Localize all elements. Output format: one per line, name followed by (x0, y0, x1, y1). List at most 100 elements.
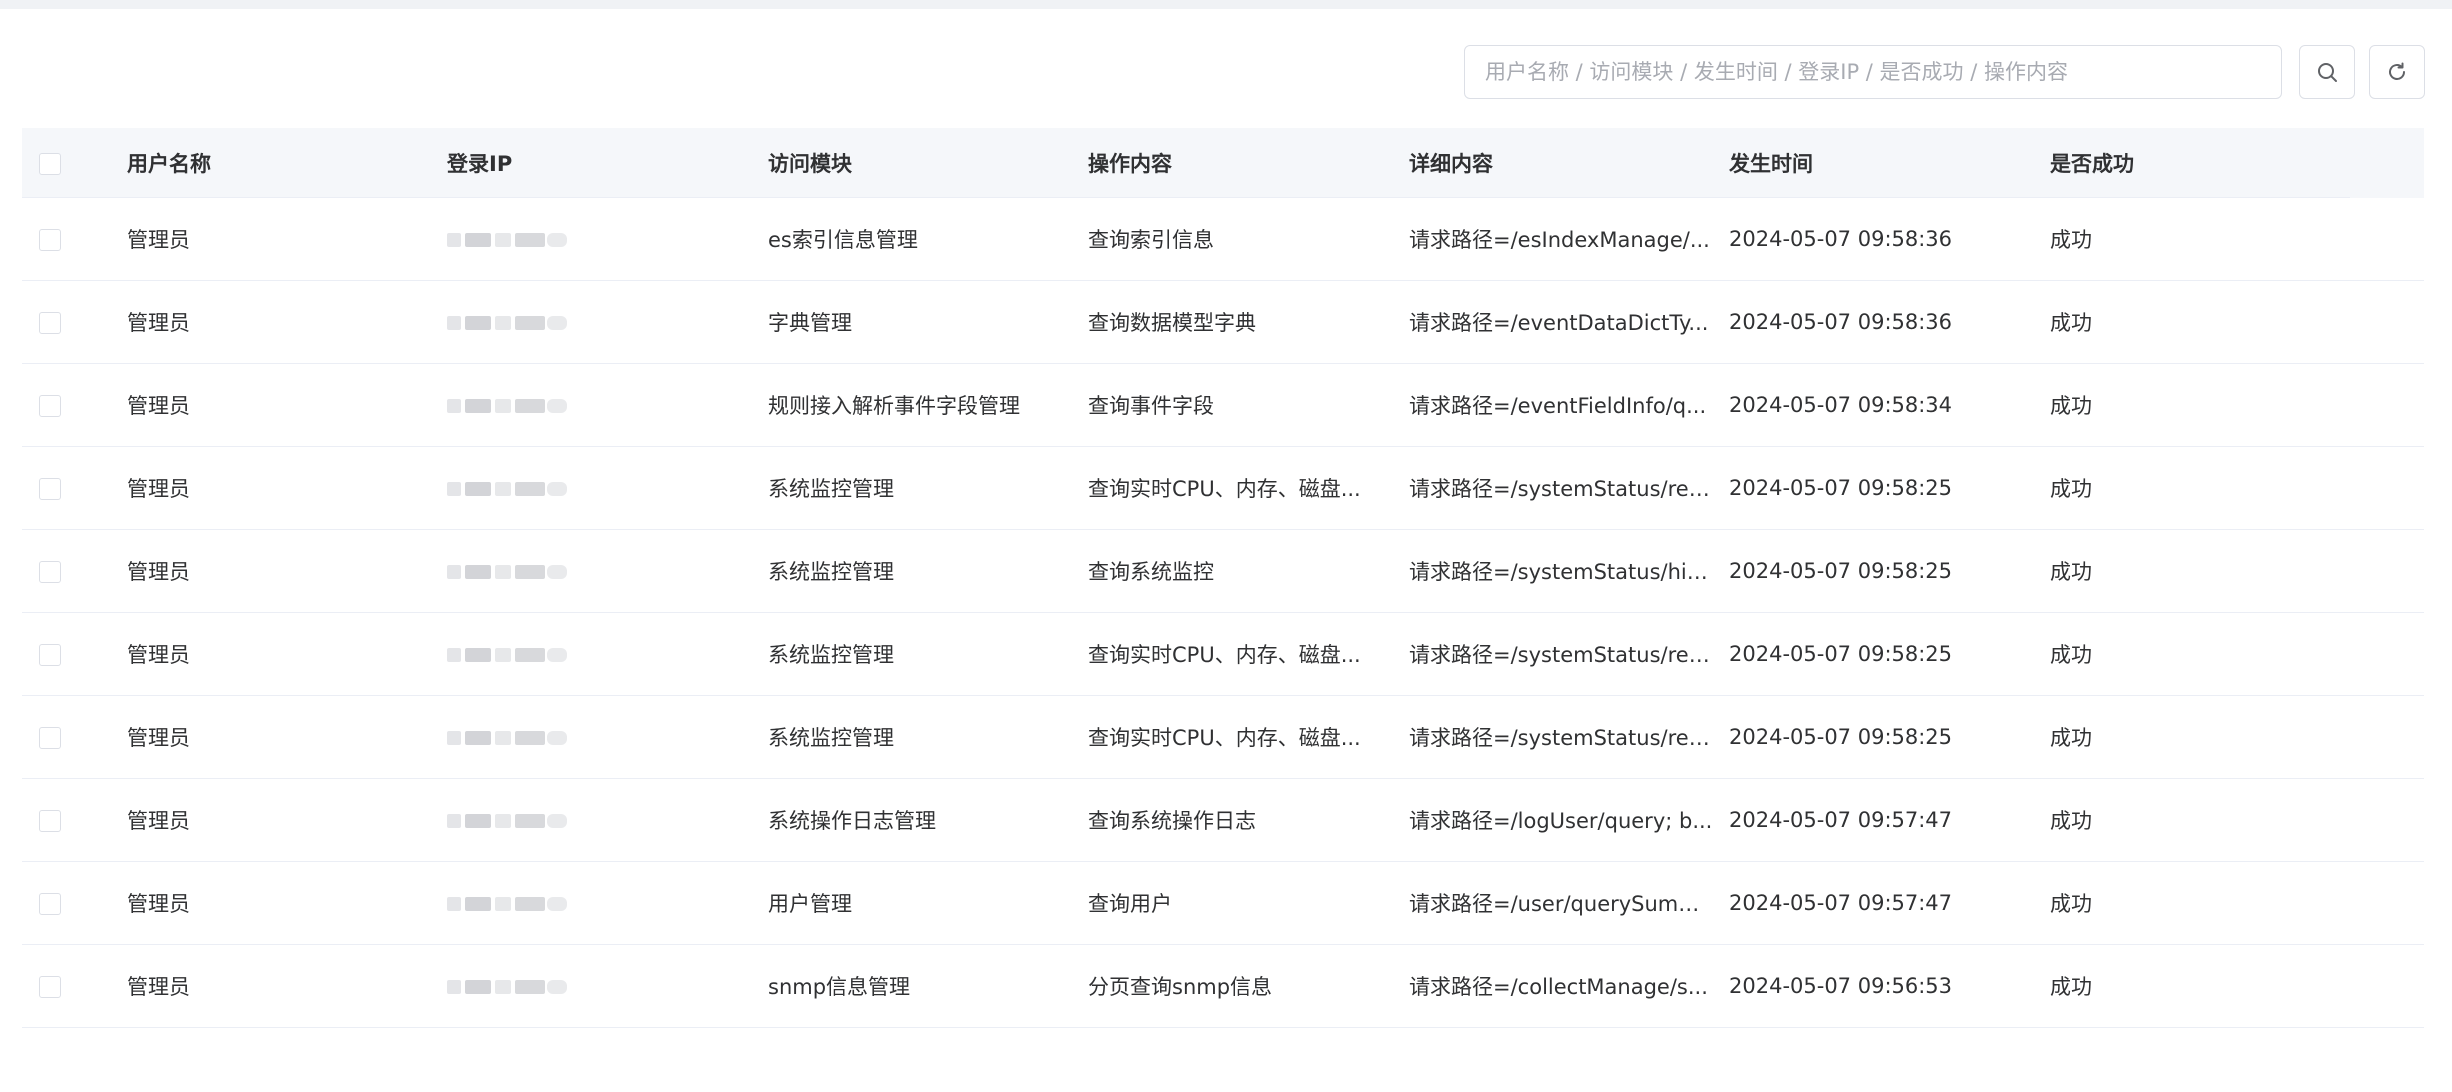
blurred-ip (447, 561, 567, 583)
cell-time: 2024-05-07 09:58:34 (1729, 393, 1953, 417)
table-row[interactable]: 管理员 系统监控管理 查询实时CPU、内存、磁盘... 请求路径=/systemSta… (22, 613, 2424, 696)
table-row[interactable]: 管理员 用户管理 查询用户 请求路径=/user/querySumm... 2024-0… (22, 862, 2424, 945)
cell-ip (447, 310, 768, 334)
cell-user: 管理员 (127, 643, 190, 667)
row-checkbox[interactable] (39, 893, 61, 915)
table-row[interactable]: 管理员 系统监控管理 查询实时CPU、内存、磁盘... 请求路径=/systemSta… (22, 696, 2424, 779)
cell-ip (447, 891, 768, 915)
blurred-ip (447, 893, 567, 915)
cell-success: 成功 (2050, 311, 2092, 335)
cell-module: 系统监控管理 (768, 477, 894, 501)
row-checkbox[interactable] (39, 727, 61, 749)
cell-detail: 请求路径=/collectManage/s... (1409, 975, 1708, 999)
cell-success: 成功 (2050, 892, 2092, 916)
row-checkbox[interactable] (39, 478, 61, 500)
blurred-ip (447, 478, 567, 500)
cell-operation: 查询实时CPU、内存、磁盘... (1088, 726, 1361, 750)
cell-user: 管理员 (127, 394, 190, 418)
cell-module: 系统监控管理 (768, 643, 894, 667)
refresh-button[interactable] (2369, 45, 2425, 99)
table-row[interactable]: 管理员 系统操作日志管理 查询系统操作日志 请求路径=/logUser/query; … (22, 779, 2424, 862)
blurred-ip (447, 229, 567, 251)
row-checkbox[interactable] (39, 810, 61, 832)
blurred-ip (447, 644, 567, 666)
row-checkbox-cell (22, 227, 127, 251)
cell-module: 用户管理 (768, 892, 852, 916)
column-header-user: 用户名称 (127, 152, 211, 176)
row-checkbox[interactable] (39, 395, 61, 417)
top-strip (0, 0, 2452, 9)
table-row[interactable]: 管理员 es索引信息管理 查询索引信息 请求路径=/esIndexManage/...… (22, 198, 2424, 281)
cell-operation: 分页查询snmp信息 (1088, 975, 1273, 999)
row-checkbox[interactable] (39, 229, 61, 251)
blurred-ip (447, 976, 567, 998)
search-icon (2318, 63, 2337, 82)
cell-operation: 查询实时CPU、内存、磁盘... (1088, 643, 1361, 667)
row-checkbox-cell (22, 974, 127, 998)
cell-detail: 请求路径=/eventDataDictTy... (1409, 311, 1709, 335)
table-row[interactable]: 管理员 系统监控管理 查询系统监控 请求路径=/systemStatus/his...… (22, 530, 2424, 613)
table-row[interactable]: 管理员 snmp信息管理 分页查询snmp信息 请求路径=/collectManage… (22, 945, 2424, 1028)
cell-time: 2024-05-07 09:58:36 (1729, 310, 1953, 334)
cell-success: 成功 (2050, 228, 2092, 252)
select-all-checkbox[interactable] (39, 153, 61, 175)
row-checkbox[interactable] (39, 312, 61, 334)
cell-success: 成功 (2050, 975, 2092, 999)
cell-ip (447, 476, 768, 500)
cell-user: 管理员 (127, 975, 190, 999)
operation-log-table: 用户名称 登录IP 访问模块 操作内容 详细内容 发生时间 是否成功 管理员 es… (22, 128, 2424, 1028)
table-row[interactable]: 管理员 规则接入解析事件字段管理 查询事件字段 请求路径=/eventFieldInf… (22, 364, 2424, 447)
blurred-ip (447, 395, 567, 417)
row-checkbox[interactable] (39, 644, 61, 666)
cell-operation: 查询实时CPU、内存、磁盘... (1088, 477, 1361, 501)
cell-ip (447, 393, 768, 417)
cell-ip (447, 642, 768, 666)
row-checkbox[interactable] (39, 976, 61, 998)
cell-time: 2024-05-07 09:56:53 (1729, 974, 1953, 998)
cell-success: 成功 (2050, 394, 2092, 418)
cell-operation: 查询事件字段 (1088, 394, 1214, 418)
cell-success: 成功 (2050, 809, 2092, 833)
column-header-ip: 登录IP (447, 152, 513, 176)
cell-detail: 请求路径=/systemStatus/rea... (1409, 477, 1722, 501)
cell-operation: 查询数据模型字典 (1088, 311, 1256, 335)
cell-user: 管理员 (127, 228, 190, 252)
cell-user: 管理员 (127, 809, 190, 833)
cell-time: 2024-05-07 09:58:25 (1729, 559, 1953, 583)
cell-module: 系统操作日志管理 (768, 809, 936, 833)
cell-operation: 查询系统监控 (1088, 560, 1214, 584)
cell-success: 成功 (2050, 477, 2092, 501)
row-checkbox[interactable] (39, 561, 61, 583)
cell-success: 成功 (2050, 643, 2092, 667)
cell-module: 字典管理 (768, 311, 852, 335)
cell-ip (447, 725, 768, 749)
cell-user: 管理员 (127, 726, 190, 750)
blurred-ip (447, 810, 567, 832)
row-checkbox-cell (22, 310, 127, 334)
cell-time: 2024-05-07 09:58:25 (1729, 476, 1953, 500)
refresh-icon (2389, 62, 2405, 80)
cell-module: es索引信息管理 (768, 228, 918, 252)
blurred-ip (447, 312, 567, 334)
cell-operation: 查询索引信息 (1088, 228, 1214, 252)
row-checkbox-cell (22, 393, 127, 417)
row-checkbox-cell (22, 642, 127, 666)
column-header-detail: 详细内容 (1409, 152, 1493, 176)
search-input[interactable] (1465, 46, 2281, 98)
row-checkbox-cell (22, 808, 127, 832)
cell-module: 规则接入解析事件字段管理 (768, 394, 1020, 418)
cell-time: 2024-05-07 09:58:25 (1729, 725, 1953, 749)
cell-operation: 查询用户 (1088, 892, 1172, 916)
cell-detail: 请求路径=/user/querySumm... (1409, 892, 1719, 916)
cell-ip (447, 974, 768, 998)
cell-time: 2024-05-07 09:58:36 (1729, 227, 1953, 251)
cell-operation: 查询系统操作日志 (1088, 809, 1256, 833)
table-row[interactable]: 管理员 字典管理 查询数据模型字典 请求路径=/eventDataDictTy... 2… (22, 281, 2424, 364)
row-checkbox-cell (22, 725, 127, 749)
cell-success: 成功 (2050, 560, 2092, 584)
search-button[interactable] (2299, 45, 2355, 99)
cell-success: 成功 (2050, 726, 2092, 750)
column-header-operation: 操作内容 (1088, 152, 1172, 176)
table-row[interactable]: 管理员 系统监控管理 查询实时CPU、内存、磁盘... 请求路径=/systemSta… (22, 447, 2424, 530)
search-box[interactable] (1464, 45, 2282, 99)
